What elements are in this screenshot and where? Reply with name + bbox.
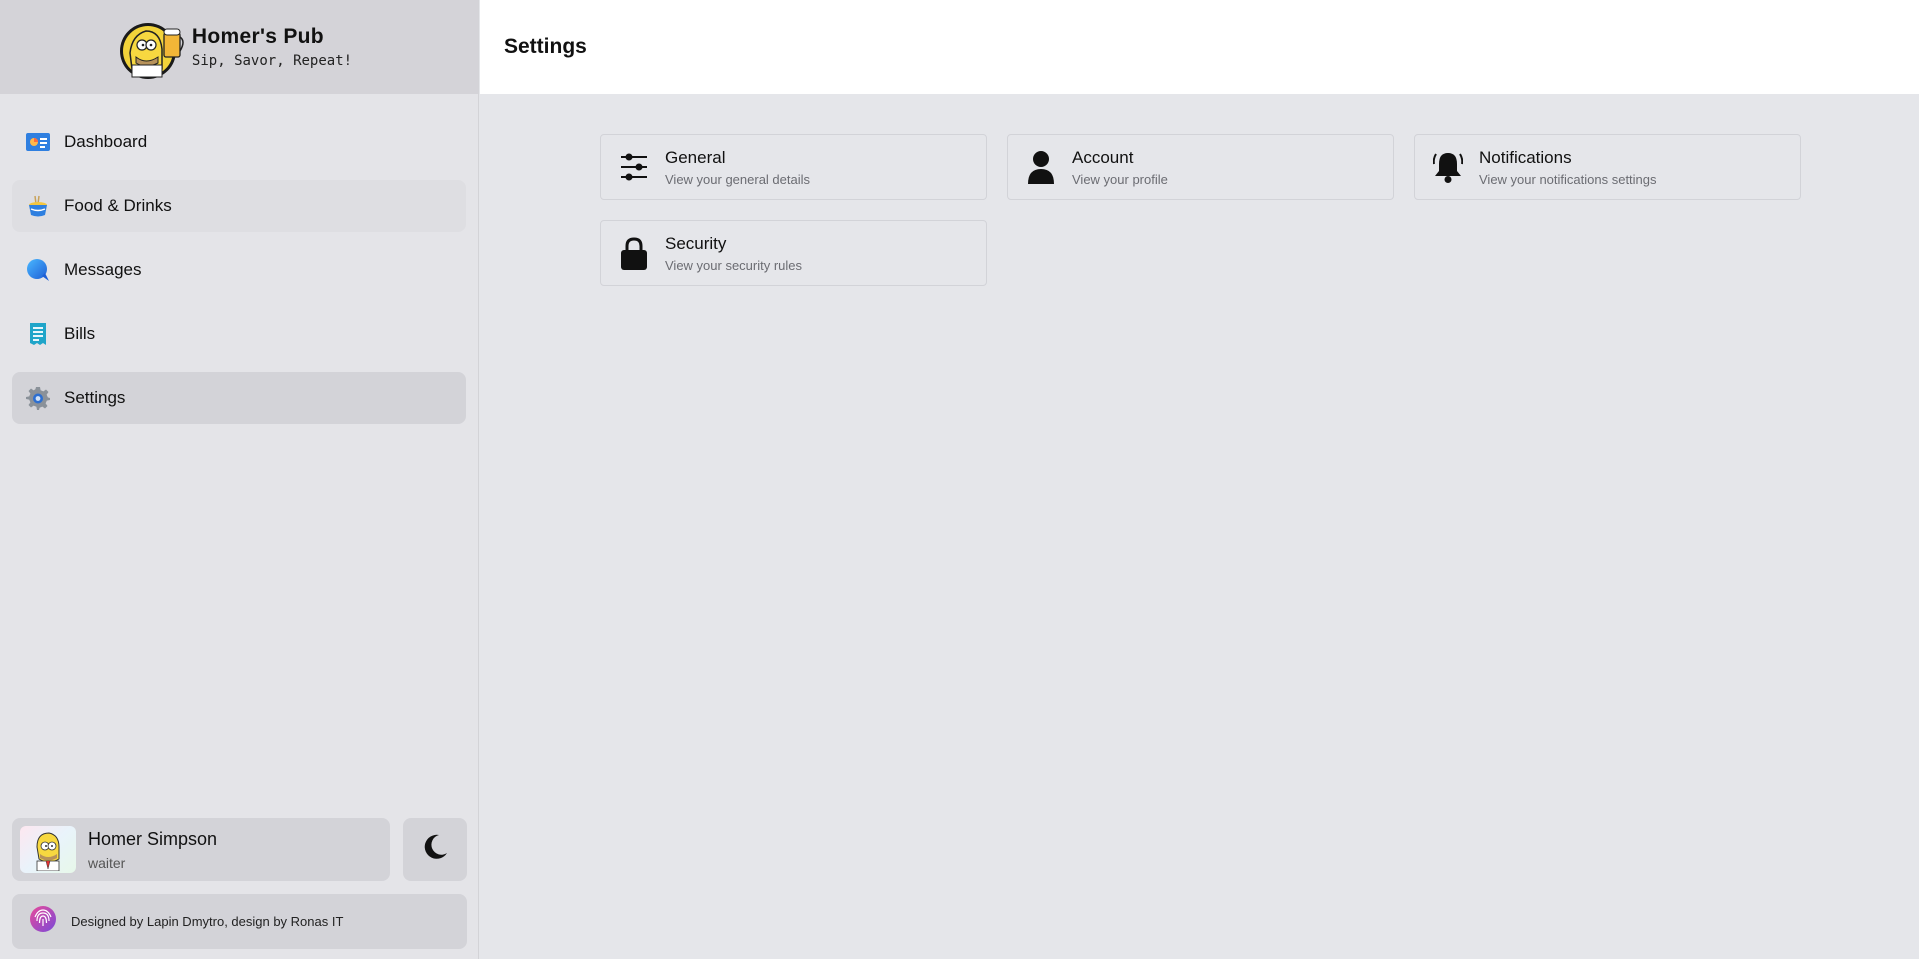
sidebar-item-dashboard[interactable]: Dashboard [12, 116, 466, 168]
speech-bubble-icon [25, 258, 50, 283]
sidebar-item-label: Dashboard [64, 132, 148, 151]
credits-text: Designed by Lapin Dmytro, design by Rona… [71, 914, 344, 929]
brand-title: Homer's Pub [191, 25, 324, 48]
homer-beer-logo-icon [118, 13, 186, 81]
card-description: View your profile [1072, 171, 1168, 187]
top-header: Settings [480, 0, 1919, 94]
user-name: Homer Simpson [88, 828, 218, 849]
sidebar-item-label: Food & Drinks [64, 196, 172, 215]
receipt-icon [25, 322, 50, 347]
card-description: View your notifications settings [1479, 171, 1657, 187]
sidebar-item-label: Settings [64, 388, 126, 407]
theme-toggle-button[interactable] [403, 818, 467, 881]
credits-footer: Designed by Lapin Dmytro, design by Rona… [12, 894, 467, 949]
card-title: Account [1072, 147, 1134, 167]
bell-icon [1433, 150, 1463, 184]
card-title: General [665, 147, 726, 167]
lock-icon [619, 236, 649, 270]
user-icon [1026, 150, 1056, 184]
sidebar: Homer's Pub Sip, Savor, Repeat! Dashboar… [0, 0, 479, 959]
settings-card-security[interactable]: Security View your security rules [600, 220, 987, 286]
homer-avatar-icon [20, 826, 76, 873]
card-title: Notifications [1479, 147, 1572, 167]
brand-header[interactable]: Homer's Pub Sip, Savor, Repeat! [0, 0, 478, 94]
sidebar-item-bills[interactable]: Bills [12, 308, 466, 360]
page-title: Settings [504, 35, 587, 58]
card-description: View your security rules [665, 257, 803, 273]
food-bowl-icon [25, 194, 50, 219]
sidebar-item-label: Messages [64, 260, 142, 279]
dashboard-icon [25, 130, 50, 155]
settings-card-notifications[interactable]: Notifications View your notifications se… [1414, 134, 1801, 200]
card-description: View your general details [665, 171, 811, 187]
brand-subtitle: Sip, Savor, Repeat! [191, 53, 353, 69]
sidebar-item-label: Bills [64, 324, 96, 343]
sidebar-item-food-drinks[interactable]: Food & Drinks [12, 180, 466, 232]
settings-card-account[interactable]: Account View your profile [1007, 134, 1394, 200]
sidebar-item-settings[interactable]: Settings [12, 372, 466, 424]
sliders-icon [619, 150, 649, 184]
user-profile-card[interactable]: Homer Simpson waiter [12, 818, 390, 881]
gear-icon [25, 386, 50, 411]
sidebar-nav: Dashboard Food & Drinks Messages Bills S… [0, 94, 478, 424]
card-title: Security [665, 233, 727, 253]
user-role: waiter [88, 854, 126, 871]
moon-icon [421, 833, 449, 866]
fingerprint-icon [29, 905, 57, 938]
sidebar-item-messages[interactable]: Messages [12, 244, 466, 296]
settings-card-general[interactable]: General View your general details [600, 134, 987, 200]
